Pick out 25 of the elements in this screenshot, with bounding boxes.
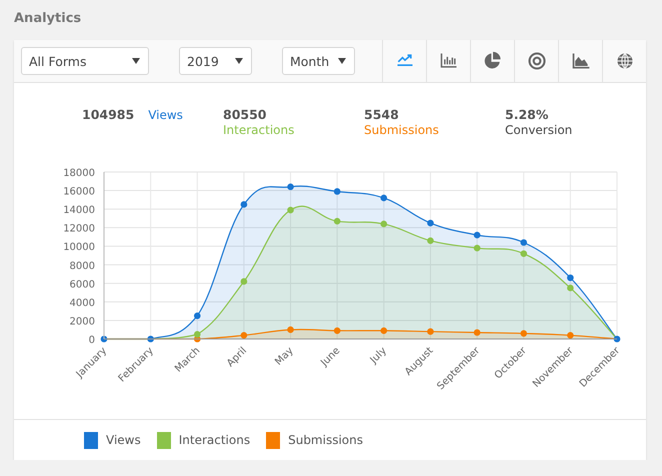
y-tick-label: 6000: [70, 279, 95, 290]
stat-value: 80550: [223, 107, 268, 122]
y-tick-label: 2000: [70, 316, 95, 328]
y-tick-label: 16000: [63, 186, 95, 198]
stat-value: 5548: [364, 107, 400, 122]
y-tick-label: 14000: [63, 205, 95, 216]
y-tick-label: 8000: [70, 260, 95, 272]
y-tick-label: 4000: [70, 298, 95, 309]
legend-label: Views: [106, 433, 141, 447]
dropdown[interactable]: 2019: [179, 47, 252, 75]
y-tick-label: 10000: [63, 242, 95, 254]
stat-value: 5.28%: [505, 107, 550, 122]
legend-label: Interactions: [178, 433, 250, 447]
stat-value: 104985: [82, 107, 134, 122]
legend-label: Submissions: [288, 433, 363, 447]
stat-label: Submissions: [364, 122, 440, 139]
y-tick-label: 12000: [63, 224, 95, 235]
stat-label: Conversion: [505, 122, 574, 139]
dropdown[interactable]: All Forms: [21, 47, 149, 75]
y-tick-label: 0: [88, 335, 95, 346]
dropdown[interactable]: Month: [282, 47, 355, 75]
stat-label: Views: [148, 107, 183, 124]
stat-label: Interactions: [223, 122, 296, 139]
page-title: Analytics: [14, 10, 82, 28]
y-tick-label: 18000: [63, 168, 95, 179]
